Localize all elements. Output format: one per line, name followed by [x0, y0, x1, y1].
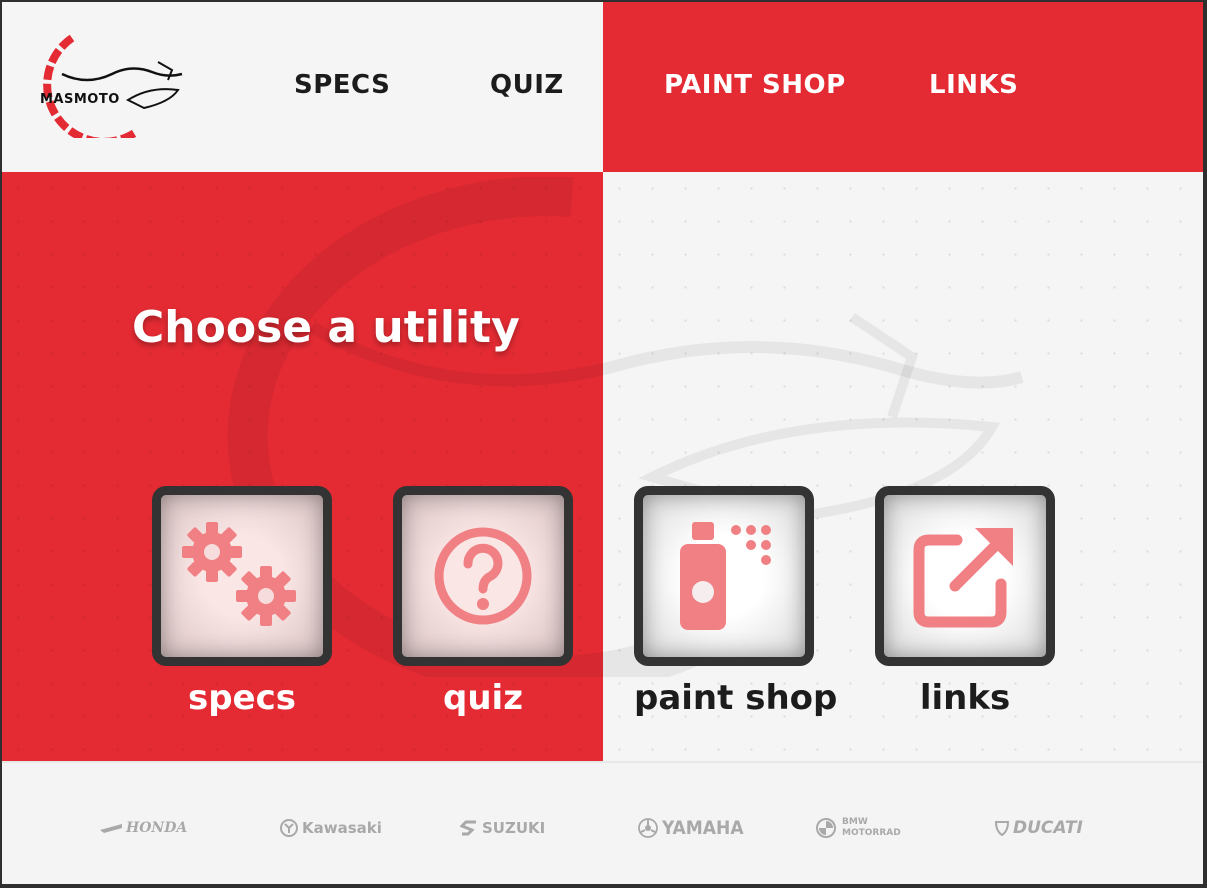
kawasaki-emblem-icon	[280, 819, 298, 837]
logo-text: MASMOTO	[40, 92, 120, 107]
brand-kawasaki-text: Kawasaki	[302, 819, 382, 837]
nav-quiz[interactable]: QUIZ	[490, 70, 564, 100]
brand-yamaha[interactable]: YAMAHA	[638, 815, 744, 841]
ducati-shield-icon	[995, 821, 1009, 836]
nav-specs[interactable]: SPECS	[294, 70, 390, 100]
specs-tile-label[interactable]: specs	[152, 678, 332, 718]
brand-ducati-text: DUCATI	[1013, 818, 1083, 838]
quiz-tile[interactable]	[393, 486, 573, 666]
brands-footer: HONDA Kawasaki SUZUKI YAMAHA BMW MOTORRA…	[2, 761, 1203, 884]
paint-shop-tile-label[interactable]: paint shop	[634, 678, 837, 718]
brand-kawasaki[interactable]: Kawasaki	[280, 815, 382, 841]
specs-tile[interactable]	[152, 486, 332, 666]
question-circle-icon	[434, 527, 532, 625]
hero-right-panel	[603, 172, 1203, 761]
links-tile-label[interactable]: links	[875, 678, 1055, 718]
page: MASMOTO SPECS QUIZ PAINT SHOP LINKS Choo…	[2, 2, 1203, 884]
brand-bmw-motorrad[interactable]: BMW MOTORRAD	[816, 815, 901, 841]
brand-suzuki-text: SUZUKI	[482, 819, 546, 837]
logo-emblem-icon	[43, 34, 183, 146]
bmw-roundel-icon	[816, 818, 836, 838]
brand-ducati[interactable]: DUCATI	[995, 815, 1083, 841]
honda-wing-icon	[100, 824, 122, 833]
spray-paint-icon	[680, 522, 771, 630]
nav-links[interactable]: LINKS	[929, 70, 1018, 100]
links-tile[interactable]	[875, 486, 1055, 666]
brand-honda[interactable]: HONDA	[100, 815, 187, 841]
brand-honda-text: HONDA	[126, 820, 188, 836]
quiz-tile-label[interactable]: quiz	[393, 678, 573, 718]
suzuki-s-icon	[460, 820, 476, 836]
paint-shop-tile[interactable]	[634, 486, 814, 666]
brand-bmw-line1: BMW	[842, 817, 868, 827]
hero-left-panel	[2, 172, 603, 761]
nav-paint-shop[interactable]: PAINT SHOP	[664, 70, 846, 100]
brand-bmw-text: BMW MOTORRAD	[842, 817, 901, 839]
hero-title: Choose a utility	[132, 302, 520, 353]
yamaha-tuning-fork-icon	[638, 818, 658, 838]
brand-yamaha-text: YAMAHA	[662, 817, 744, 839]
masmoto-logo[interactable]: MASMOTO	[32, 34, 188, 146]
brand-bmw-line2: MOTORRAD	[842, 828, 901, 838]
brand-suzuki[interactable]: SUZUKI	[460, 815, 545, 841]
gears-icon	[182, 522, 296, 626]
external-link-icon	[913, 528, 1013, 628]
